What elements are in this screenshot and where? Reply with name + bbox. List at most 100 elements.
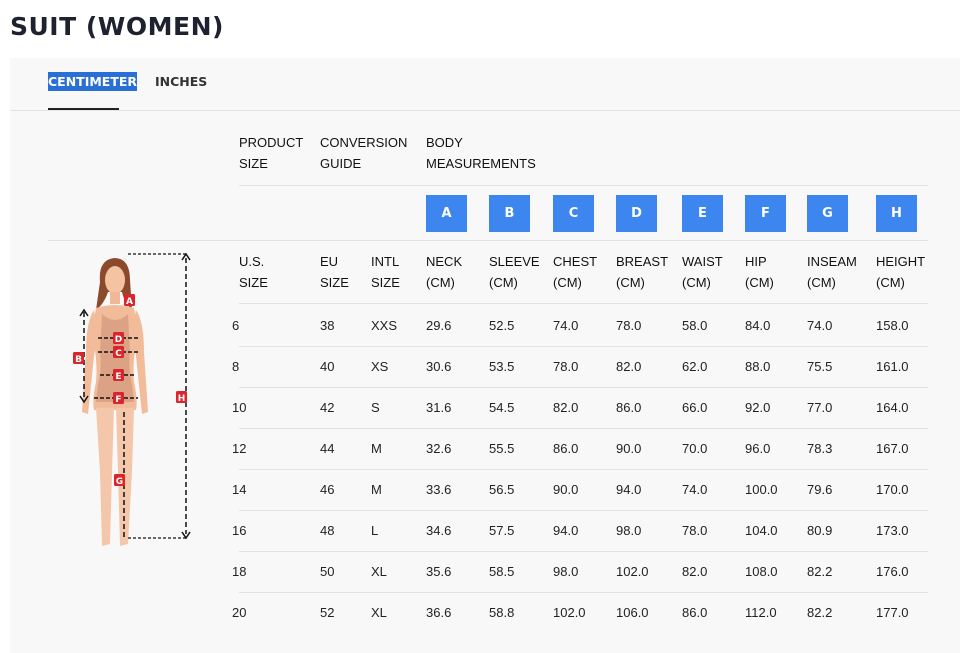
marker-c: C xyxy=(113,346,124,359)
tab-centimeter-label: CENTIMETER xyxy=(48,72,138,91)
badge-g: G xyxy=(807,195,848,232)
marker-h: H xyxy=(176,391,187,404)
table-cell: 42 xyxy=(320,400,335,415)
table-cell: 52 xyxy=(320,605,335,620)
column-header-line: (CM) xyxy=(745,275,774,290)
marker-label: H xyxy=(178,394,186,404)
table-cell: 82.0 xyxy=(616,359,642,374)
column-header-line: (CM) xyxy=(876,275,905,290)
table-cell: 58.8 xyxy=(489,605,515,620)
header-conversion-guide-line2: GUIDE xyxy=(320,156,362,171)
table-cell: 86.0 xyxy=(553,441,579,456)
table-cell: 158.0 xyxy=(876,318,909,333)
table-cell: 50 xyxy=(320,564,335,579)
column-header: SLEEVE (CM) xyxy=(489,251,540,293)
marker-label: A xyxy=(126,297,133,307)
badge-d: D xyxy=(616,195,657,232)
table-cell: 82.2 xyxy=(807,605,833,620)
table-cell: 94.0 xyxy=(616,482,642,497)
table-cell: 52.5 xyxy=(489,318,515,333)
table-cell: 56.5 xyxy=(489,482,515,497)
table-cell: 6 xyxy=(232,318,240,333)
table-cell: 40 xyxy=(320,359,335,374)
table-cell: 54.5 xyxy=(489,400,515,415)
table-cell: 86.0 xyxy=(682,605,708,620)
marker-label: C xyxy=(115,349,122,359)
table-cell: 74.0 xyxy=(553,318,579,333)
header-conversion-guide-line1: CONVERSION xyxy=(320,135,408,150)
column-header-line: (CM) xyxy=(426,275,455,290)
table-cell: 82.0 xyxy=(553,400,579,415)
table-cell: 46 xyxy=(320,482,335,497)
header-body-measurements: BODY MEASUREMENTS xyxy=(426,132,536,174)
table-cell: 90.0 xyxy=(616,441,642,456)
table-cell: 35.6 xyxy=(426,564,452,579)
column-header-line: (CM) xyxy=(553,275,582,290)
table-cell: 170.0 xyxy=(876,482,909,497)
table-cell: 80.9 xyxy=(807,523,833,538)
table-cell: 100.0 xyxy=(745,482,778,497)
divider xyxy=(239,428,928,429)
unit-tabs: CENTIMETER INCHES xyxy=(10,58,960,111)
column-header-line: U.S. xyxy=(239,254,265,269)
divider xyxy=(239,551,928,552)
table-cell: 102.0 xyxy=(616,564,649,579)
table-cell: 12 xyxy=(232,441,247,456)
column-header: CHEST (CM) xyxy=(553,251,597,293)
marker-e: E xyxy=(113,369,124,382)
size-chart-panel: CENTIMETER INCHES PRODUCT SIZE CONVERSIO… xyxy=(10,58,960,653)
table-cell: 84.0 xyxy=(745,318,771,333)
tab-inches-label: INCHES xyxy=(155,74,208,89)
marker-label: E xyxy=(115,372,121,382)
table-cell: XL xyxy=(371,564,387,579)
column-header-line: SIZE xyxy=(371,275,400,290)
divider xyxy=(239,346,928,347)
header-product-size-line2: SIZE xyxy=(239,156,268,171)
header-product-size: PRODUCT SIZE xyxy=(239,132,303,174)
table-cell: 32.6 xyxy=(426,441,452,456)
table-cell: 106.0 xyxy=(616,605,649,620)
badge-h: H xyxy=(876,195,917,232)
table-cell: 177.0 xyxy=(876,605,909,620)
table-cell: 57.5 xyxy=(489,523,515,538)
table-cell: 78.0 xyxy=(553,359,579,374)
body-measurement-figure: A B CD E F G H xyxy=(73,252,191,546)
marker-label: G xyxy=(116,477,123,487)
table-cell: 44 xyxy=(320,441,335,456)
table-cell: 74.0 xyxy=(682,482,708,497)
table-cell: 48 xyxy=(320,523,335,538)
column-header-line: NECK xyxy=(426,254,463,269)
divider xyxy=(239,510,928,511)
badge-a: A xyxy=(426,195,467,232)
column-header-line: CHEST xyxy=(553,254,598,269)
table-cell: 164.0 xyxy=(876,400,909,415)
table-cell: 82.2 xyxy=(807,564,833,579)
table-cell: 96.0 xyxy=(745,441,771,456)
table-cell: M xyxy=(371,441,382,456)
column-header: INSEAM (CM) xyxy=(807,251,857,293)
table-cell: 14 xyxy=(232,482,247,497)
table-cell: 78.0 xyxy=(616,318,642,333)
table-cell: 94.0 xyxy=(553,523,579,538)
column-header-line: (CM) xyxy=(616,275,645,290)
column-header-line: (CM) xyxy=(489,275,518,290)
marker-label: B xyxy=(75,355,82,365)
marker-label: F xyxy=(115,395,121,405)
badge-f: F xyxy=(745,195,786,232)
table-cell: 18 xyxy=(232,564,247,579)
column-header: INTL SIZE xyxy=(371,251,400,293)
tab-centimeter[interactable]: CENTIMETER xyxy=(48,72,138,110)
table-cell: 33.6 xyxy=(426,482,452,497)
marker-label: D xyxy=(115,335,122,345)
tab-inches[interactable]: INCHES xyxy=(155,74,215,110)
table-cell: 79.6 xyxy=(807,482,833,497)
table-cell: 90.0 xyxy=(553,482,579,497)
marker-a: A xyxy=(124,294,135,307)
table-cell: 102.0 xyxy=(553,605,586,620)
divider xyxy=(239,303,928,304)
column-header-line: WAIST xyxy=(682,254,723,269)
marker-f: F xyxy=(113,392,124,405)
table-cell: 10 xyxy=(232,400,247,415)
column-header-line: HIP xyxy=(745,254,767,269)
column-header-line: INTL xyxy=(371,254,400,269)
